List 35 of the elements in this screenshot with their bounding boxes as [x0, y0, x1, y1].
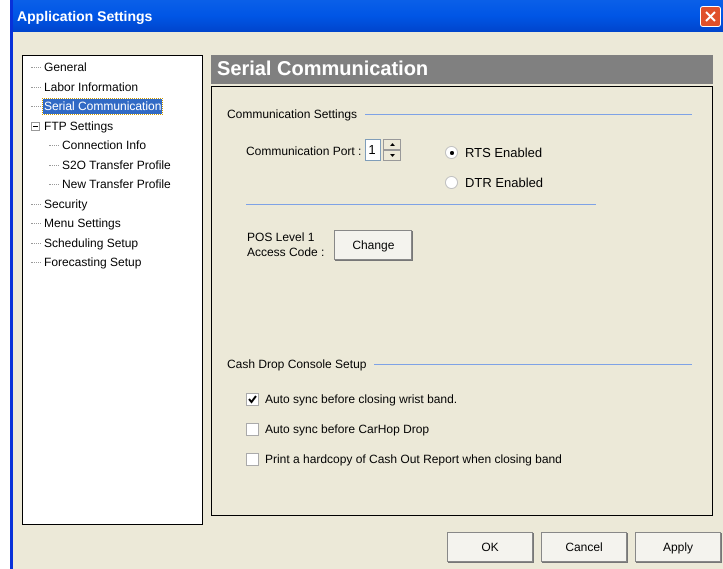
checkbox-option[interactable]: Print a hardcopy of Cash Out Report when closing band [246, 450, 692, 468]
radio-option[interactable]: DTR Enabled [445, 172, 544, 192]
tree-item[interactable]: Menu Settings [43, 216, 122, 232]
tree-item[interactable]: S2O Transfer Profile [61, 158, 172, 173]
window-title: Application Settings [17, 6, 152, 26]
port-label: Communication Port : [246, 143, 362, 160]
close-button[interactable] [700, 6, 721, 26]
radio-option[interactable]: RTS Enabled [445, 143, 544, 162]
group-heading: Communication Settings [227, 106, 358, 123]
tree-item[interactable]: General [43, 60, 88, 76]
tree-item[interactable]: Forecasting Setup [43, 255, 142, 270]
change-button[interactable]: Change [334, 230, 412, 260]
port-spinner[interactable]: 1 [365, 139, 402, 161]
checkbox-option[interactable]: Auto sync before closing wrist band. [246, 390, 692, 408]
page-title: Serial Communication [211, 55, 713, 84]
checkbox[interactable] [246, 422, 259, 436]
tree-item[interactable]: Labor Information [43, 80, 140, 95]
tree-item[interactable]: New Transfer Profile [61, 177, 172, 192]
checkbox[interactable] [246, 392, 259, 406]
tree-item[interactable]: Scheduling Setup [43, 236, 140, 251]
radio-button[interactable] [445, 176, 458, 189]
access-code-label: POS Level 1 Access Code : [247, 230, 324, 260]
checkbox[interactable] [246, 452, 259, 466]
tree-item[interactable]: Connection Info [61, 138, 148, 154]
dialog-button[interactable]: OK [447, 532, 533, 562]
close-icon [705, 10, 716, 22]
checkbox-option[interactable]: Auto sync before CarHop Drop [246, 420, 692, 438]
tree-item[interactable]: Serial Communication [43, 99, 162, 114]
tree-item[interactable]: FTP Settings [43, 118, 114, 134]
radio-button[interactable] [445, 146, 458, 160]
collapse-icon[interactable] [31, 122, 40, 131]
group-heading: Cash Drop Console Setup [227, 356, 366, 373]
tree-item[interactable]: Security [43, 196, 88, 212]
dialog-button[interactable]: Apply [635, 532, 721, 562]
dialog-button[interactable]: Cancel [541, 532, 627, 562]
